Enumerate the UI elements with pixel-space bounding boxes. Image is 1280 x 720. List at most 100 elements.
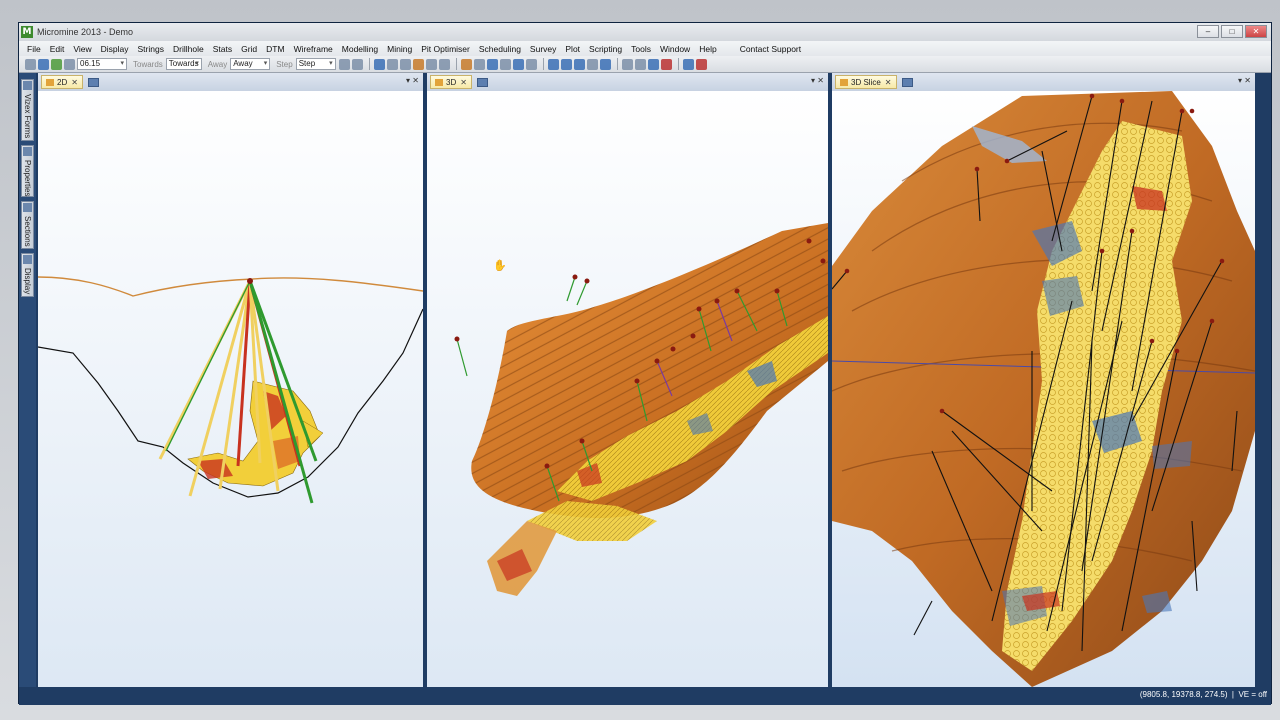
menu-window[interactable]: Window (660, 44, 690, 54)
move-icon[interactable] (438, 58, 450, 70)
sidebar-tab-vizex-forms[interactable]: Vizex Forms (21, 79, 34, 141)
menu-mining[interactable]: Mining (387, 44, 412, 54)
viewport-2d[interactable] (38, 91, 423, 687)
layer-icon[interactable] (460, 58, 472, 70)
menu-help[interactable]: Help (699, 44, 716, 54)
properties-icon (23, 147, 32, 156)
vertical-exaggeration-status[interactable]: VE = off (1238, 690, 1267, 699)
view-rotate-icon[interactable] (38, 58, 49, 70)
grid-icon[interactable] (473, 58, 485, 70)
tab-3d[interactable]: 3D ✕ (430, 75, 472, 89)
new-view-icon[interactable] (901, 77, 913, 87)
tab-close-icon[interactable]: ✕ (885, 78, 892, 87)
refresh-icon[interactable] (525, 58, 537, 70)
undo-icon[interactable] (25, 58, 36, 70)
crosshair-icon[interactable] (64, 58, 75, 70)
new-view-icon[interactable] (476, 77, 488, 87)
tab-label: 2D (57, 77, 68, 87)
tab-close-icon[interactable]: ✕ (71, 78, 78, 87)
panel-3d-slice: 3D Slice ✕ ▾ ✕ (832, 73, 1255, 687)
new-view-icon[interactable] (87, 77, 99, 87)
viewport-3d-slice[interactable] (832, 91, 1255, 687)
select-icon[interactable] (373, 58, 385, 70)
export-icon[interactable] (647, 58, 659, 70)
rotate-icon[interactable] (499, 58, 511, 70)
arrow-left-icon[interactable] (338, 58, 350, 70)
menu-modelling[interactable]: Modelling (342, 44, 378, 54)
viewport-3d[interactable]: ✋ (427, 91, 828, 687)
azimuth-field[interactable]: 06.15 ▾ (77, 58, 127, 70)
sections-icon (23, 203, 32, 212)
measure-icon[interactable] (695, 58, 707, 70)
sidebar-tab-properties[interactable]: Properties (21, 145, 34, 197)
towards-select[interactable]: Towards ▾ (165, 58, 202, 70)
save-view-icon[interactable] (621, 58, 633, 70)
menu-view[interactable]: View (73, 44, 91, 54)
tab-label: 3D Slice (851, 77, 881, 87)
menu-edit[interactable]: Edit (50, 44, 65, 54)
sidebar-tab-label: Vizex Forms (23, 94, 32, 139)
marker-icon[interactable] (660, 58, 672, 70)
toolbar-divider (542, 58, 544, 70)
panel-tabbar: 3D ✕ ▾ ✕ (427, 73, 828, 91)
view-3d-icon[interactable] (573, 58, 585, 70)
tab-close-icon[interactable]: ✕ (460, 78, 467, 87)
status-readout: (9805.8, 19378.8, 274.5) | VE = off (1139, 690, 1267, 699)
menu-grid[interactable]: Grid (241, 44, 257, 54)
view-tab-icon (46, 78, 54, 86)
menu-plot[interactable]: Plot (565, 44, 580, 54)
toolbar: 06.15 ▾ Towards Towards ▾ Away Away ▾ Step … (19, 56, 1271, 73)
maximize-icon[interactable]: □ (1221, 25, 1243, 38)
menu-pit-optimiser[interactable]: Pit Optimiser (421, 44, 470, 54)
print-icon[interactable] (634, 58, 646, 70)
menu-display[interactable]: Display (101, 44, 129, 54)
tab-2d[interactable]: 2D ✕ (41, 75, 83, 89)
menu-dtm[interactable]: DTM (266, 44, 284, 54)
menu-survey[interactable]: Survey (530, 44, 556, 54)
toolbar-divider (455, 58, 457, 70)
sidebar-tab-label: Sections (23, 216, 32, 247)
panel-controls[interactable]: ▾ ✕ (811, 76, 824, 85)
menu-drillhole[interactable]: Drillhole (173, 44, 204, 54)
close-icon[interactable]: ✕ (1245, 25, 1267, 38)
panel-3d: 3D ✕ ▾ ✕ ✋ (427, 73, 828, 687)
sidebar-tab-sections[interactable]: Sections (21, 201, 34, 249)
menu-stats[interactable]: Stats (213, 44, 232, 54)
menu-file[interactable]: File (27, 44, 41, 54)
side-panel-strip: Vizex Forms Properties Sections Display (19, 73, 36, 687)
pan-hand-icon[interactable] (412, 58, 424, 70)
lock-icon[interactable] (512, 58, 524, 70)
window-tile-icon[interactable] (586, 58, 598, 70)
step-select[interactable]: Step ▾ (295, 58, 336, 70)
sidebar-tab-label: Display (23, 268, 32, 295)
away-select[interactable]: Away ▾ (230, 58, 271, 70)
tab-3d-slice[interactable]: 3D Slice ✕ (835, 75, 897, 89)
tab-label: 3D (446, 77, 457, 87)
menu-contact-support[interactable]: Contact Support (740, 44, 801, 54)
display-icon (23, 255, 32, 264)
pan-icon[interactable] (425, 58, 437, 70)
view-plan-icon[interactable] (547, 58, 559, 70)
arrow-right-icon[interactable] (351, 58, 363, 70)
pan-cursor-icon: ✋ (493, 259, 507, 272)
menu-strings[interactable]: Strings (138, 44, 164, 54)
minimize-icon[interactable]: – (1197, 25, 1219, 38)
view-section-icon[interactable] (560, 58, 572, 70)
clip-icon[interactable] (599, 58, 611, 70)
zoom-extents-icon[interactable] (486, 58, 498, 70)
screen-background: M Micromine 2013 - Demo – □ ✕ File Edit … (0, 0, 1280, 720)
snap-icon[interactable] (682, 58, 694, 70)
view-tilt-icon[interactable] (51, 58, 62, 70)
menu-bar: File Edit View Display Strings Drillhole… (19, 41, 1271, 56)
menu-scripting[interactable]: Scripting (589, 44, 622, 54)
panel-controls[interactable]: ▾ ✕ (1238, 76, 1251, 85)
panel-controls[interactable]: ▾ ✕ (406, 76, 419, 85)
step-label: Step (276, 59, 293, 69)
menu-wireframe[interactable]: Wireframe (294, 44, 333, 54)
title-bar: M Micromine 2013 - Demo – □ ✕ (19, 23, 1271, 41)
zoom-window-icon[interactable] (399, 58, 411, 70)
sidebar-tab-display[interactable]: Display (21, 253, 34, 297)
menu-scheduling[interactable]: Scheduling (479, 44, 521, 54)
zoom-icon[interactable] (386, 58, 398, 70)
menu-tools[interactable]: Tools (631, 44, 651, 54)
